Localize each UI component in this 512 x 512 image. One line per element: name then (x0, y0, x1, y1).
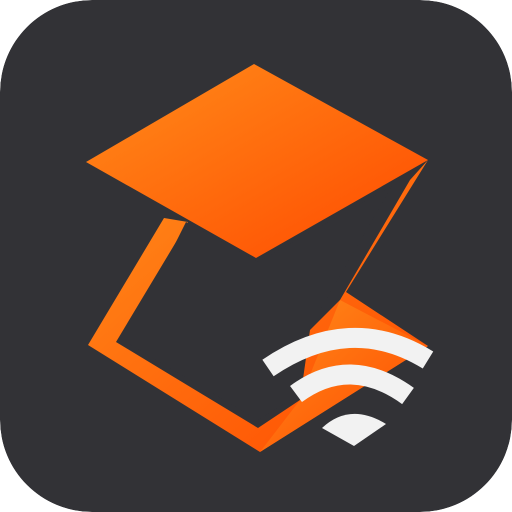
app-icon[interactable] (0, 0, 512, 512)
app-icon-graphic (0, 0, 512, 512)
